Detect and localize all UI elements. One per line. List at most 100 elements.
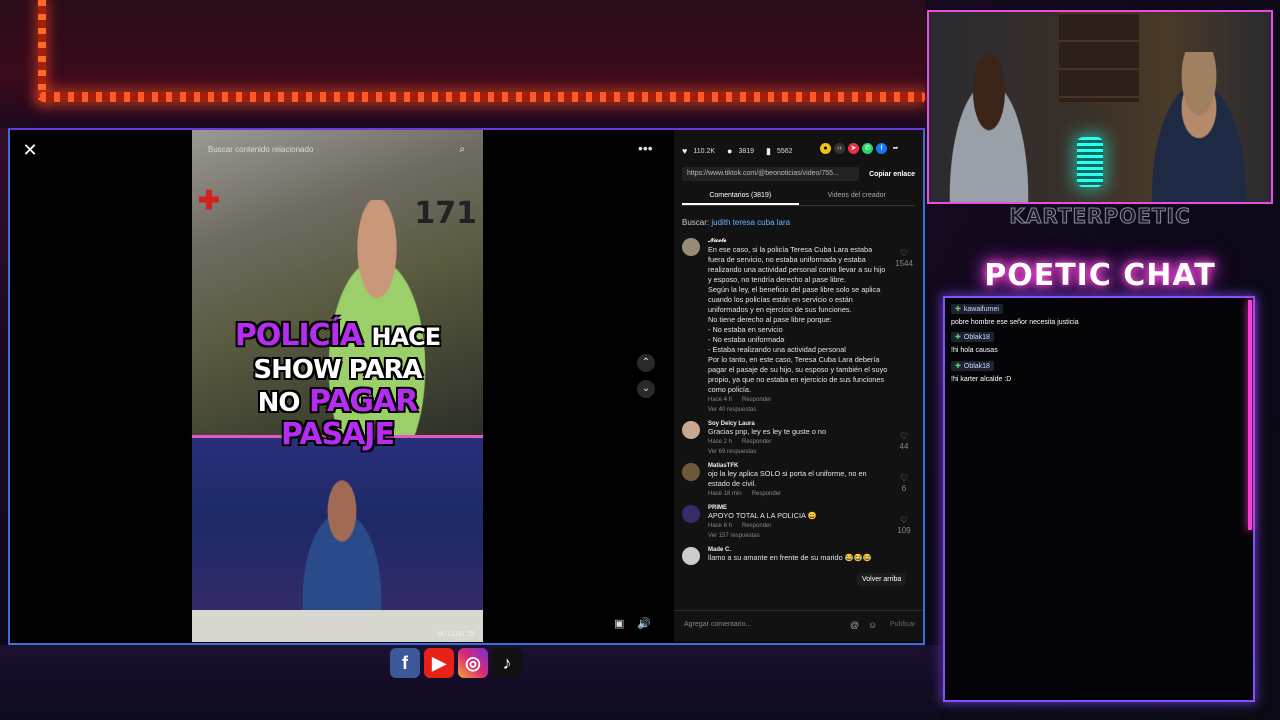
- chat-message: ✚ kawaifumei pobre hombre ese señor neces…: [951, 298, 1079, 326]
- reply-button[interactable]: Responder: [742, 439, 771, 445]
- avatar[interactable]: [682, 421, 700, 439]
- video-time: 00:01/01:25: [438, 631, 475, 638]
- webcam-feed: [927, 10, 1273, 204]
- tiktok-window: ✕ ✚ 171 Buscar contenido relacionado ⌕ P…: [8, 128, 925, 645]
- caption-word: NO: [257, 388, 301, 418]
- video-url[interactable]: https://www.tiktok.com/@beonoticias/vide…: [682, 167, 860, 181]
- volume-icon[interactable]: 🔊: [637, 617, 651, 630]
- comment-item: 𝓝𝓲𝓬𝓸𝓵𝓮 En ese caso, si la policía Teresa…: [682, 238, 915, 413]
- caption-word: HACE: [371, 323, 441, 351]
- stage-background: [0, 0, 925, 128]
- comment-username[interactable]: 𝓝𝓲𝓬𝓸𝓵𝓮: [708, 238, 889, 245]
- comment-text: Gracias pnp, ley es ley te guste o no: [708, 427, 827, 436]
- video-player[interactable]: ✚ 171 Buscar contenido relacionado ⌕ POL…: [192, 130, 483, 642]
- comment-text: ojo la ley aplica SOLO si porta el unifo…: [708, 469, 867, 488]
- led-strip-vertical: [38, 0, 46, 100]
- comment-time: Hace 6 h: [708, 523, 733, 529]
- like-count: 110.2K: [693, 147, 716, 155]
- chat-username: ✚ kawaifumei: [951, 304, 1003, 314]
- chat-text: pobre hombre ese señor necesita justicia: [951, 319, 1079, 326]
- video-search-bar[interactable]: Buscar contenido relacionado ⌕: [200, 140, 475, 160]
- chat-username: ✚ Oblak18: [951, 361, 994, 371]
- chat-accent-bar: [1248, 300, 1252, 530]
- comment-list: 𝓝𝓲𝓬𝓸𝓵𝓮 En ese caso, si la policía Teresa…: [682, 238, 915, 610]
- heart-icon[interactable]: ♡: [893, 473, 915, 484]
- social-icons: f ▶ ◎ ♪: [390, 648, 522, 678]
- caption-word: PAGAR: [308, 384, 418, 419]
- tab-creator-videos[interactable]: Videos del creador: [799, 188, 916, 205]
- avatar[interactable]: [682, 238, 700, 256]
- publish-button[interactable]: Publicar: [890, 621, 915, 628]
- related-search[interactable]: Buscar: judith teresa cuba lara: [682, 218, 790, 227]
- avatar[interactable]: [682, 505, 700, 523]
- comment-bar: Agregar comentario... @ ☺ Publicar: [674, 610, 923, 642]
- comment-like[interactable]: ♡ 109: [893, 515, 915, 535]
- comment-like-count: 1544: [895, 259, 913, 268]
- search-icon[interactable]: ⌕: [459, 144, 465, 155]
- view-replies-link[interactable]: Ver 69 respuestas: [708, 449, 889, 455]
- facebook-icon: f: [390, 648, 420, 678]
- view-replies-link[interactable]: Ver 40 respuestas: [708, 407, 889, 413]
- share-icons: ● ‹› ➤ ✆ f ➦: [820, 143, 901, 154]
- previous-video-button[interactable]: ⌃: [637, 354, 655, 372]
- avatar[interactable]: [682, 463, 700, 481]
- comment-text: llamo a su amante en frente de su marido…: [708, 553, 872, 562]
- tab-comments[interactable]: Comentarios (3819): [682, 188, 799, 205]
- next-video-button[interactable]: ⌄: [637, 380, 655, 398]
- neon-lamp: [1077, 137, 1103, 187]
- mention-icon[interactable]: @: [850, 620, 859, 630]
- search-query-link[interactable]: judith teresa cuba lara: [711, 218, 790, 227]
- copy-link-button[interactable]: Copiar enlace: [859, 171, 915, 178]
- back-to-top-button[interactable]: Volver arriba: [857, 573, 907, 586]
- avatar[interactable]: [682, 547, 700, 565]
- caption-word: PASAJE: [281, 417, 395, 452]
- share-arrow-icon[interactable]: ➦: [890, 143, 901, 154]
- comment-count: 3819: [738, 147, 755, 155]
- reply-button[interactable]: Responder: [742, 397, 771, 403]
- embed-icon[interactable]: ‹›: [834, 143, 845, 154]
- instagram-icon: ◎: [458, 648, 488, 678]
- video-search-placeholder: Buscar contenido relacionado: [208, 145, 314, 154]
- caption-word: SHOW PARA: [253, 355, 422, 385]
- heart-icon[interactable]: ♡: [893, 431, 915, 442]
- view-replies-link[interactable]: Ver 157 respuestas: [708, 533, 889, 539]
- reply-button[interactable]: Responder: [752, 491, 781, 497]
- url-row: https://www.tiktok.com/@beonoticias/vide…: [682, 166, 915, 182]
- comments-panel: ♥ 110.2K ● 3819 ▮ 5562 ● ‹› ➤ ✆ f ➦ http…: [674, 130, 923, 642]
- chat-message: ✚ Oblak18 !hi karter alcalde :D: [951, 355, 1011, 383]
- comment-input[interactable]: Agregar comentario...: [684, 621, 751, 628]
- comment-like-count: 109: [897, 526, 911, 535]
- chat-title: POETIC CHAT: [984, 258, 1216, 293]
- chat-text: !hi hola causas: [951, 347, 998, 354]
- heart-icon[interactable]: ♡: [893, 515, 915, 526]
- send-icon[interactable]: ➤: [848, 143, 859, 154]
- presenter-figure: [287, 478, 397, 628]
- red-cross-sign: ✚: [198, 185, 220, 215]
- more-options-icon[interactable]: •••: [638, 140, 653, 156]
- comment-like[interactable]: ♡ 1544: [893, 248, 915, 268]
- emoji-icon[interactable]: ☺: [868, 620, 877, 630]
- comment-like[interactable]: ♡ 44: [893, 431, 915, 451]
- captions-icon[interactable]: ▣: [614, 617, 624, 630]
- comment-time: Hace 4 h: [708, 397, 733, 403]
- comment-like-count: 6: [901, 484, 907, 493]
- heart-icon[interactable]: ♥: [682, 146, 687, 156]
- bookmark-icon[interactable]: ▮: [766, 146, 771, 157]
- coin-icon[interactable]: ●: [820, 143, 831, 154]
- comment-like[interactable]: ♡ 6: [893, 473, 915, 493]
- caption-word: POLICÍA: [234, 318, 363, 353]
- stats-row: ♥ 110.2K ● 3819 ▮ 5562: [682, 143, 793, 159]
- whatsapp-icon[interactable]: ✆: [862, 143, 873, 154]
- search-label: Buscar:: [682, 218, 710, 227]
- bookshelf: [1059, 12, 1139, 102]
- close-button[interactable]: ✕: [20, 140, 40, 160]
- comment-item: Made C. llamo a su amante en frente de s…: [682, 547, 915, 565]
- heart-icon[interactable]: ♡: [893, 248, 915, 259]
- panel-tabs: Comentarios (3819) Videos del creador: [682, 188, 915, 206]
- comment-icon[interactable]: ●: [727, 146, 732, 156]
- chat-badge-icon: ✚: [955, 363, 961, 370]
- led-strip: [40, 92, 925, 102]
- streamer-left: [939, 52, 1039, 202]
- reply-button[interactable]: Responder: [742, 523, 771, 529]
- facebook-icon[interactable]: f: [876, 143, 887, 154]
